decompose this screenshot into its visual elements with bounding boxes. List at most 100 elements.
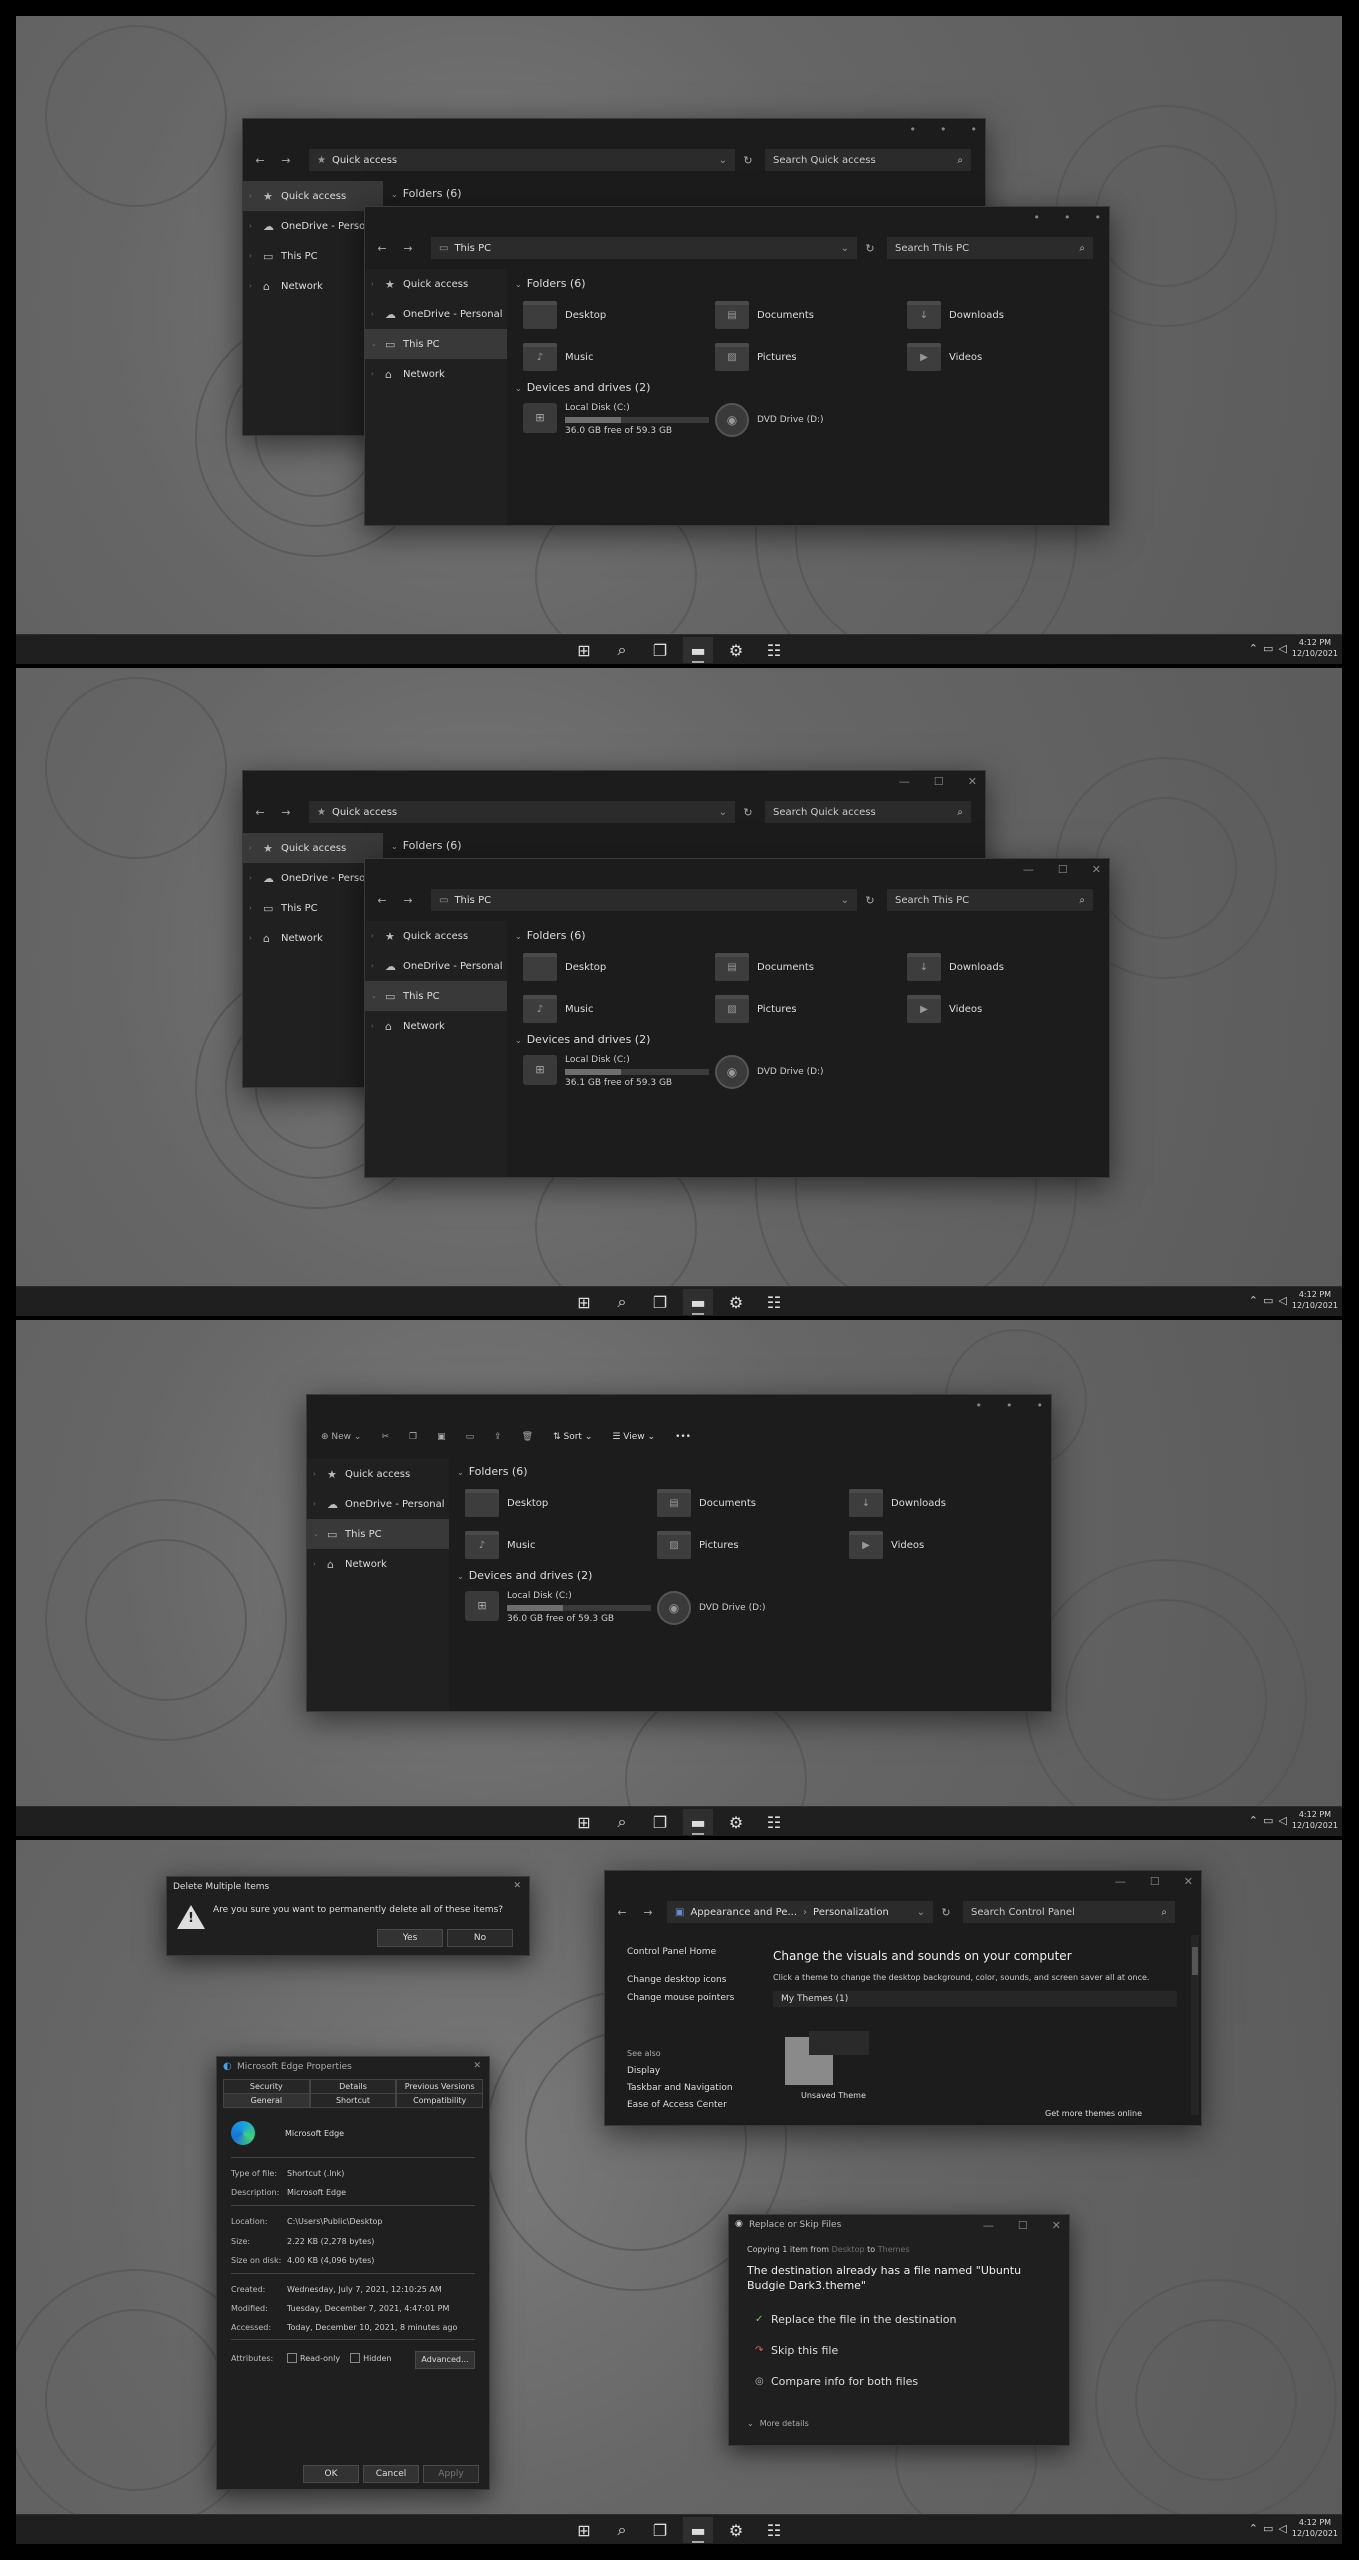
back-arrow-icon[interactable]: ← <box>369 894 395 907</box>
nav-item-this-pc[interactable]: ⌄ ▭ This PC <box>307 1519 449 1549</box>
source-folder-link[interactable]: Desktop <box>832 2245 865 2254</box>
explorer-window-front[interactable]: • • • ← → ▭ This PC ⌄ ↻ Search This PC ⌕ ›… <box>364 206 1110 526</box>
edge-properties-dialog[interactable]: ◐ Microsoft Edge Properties ✕ Security D… <box>216 2056 490 2490</box>
control-panel-sliders-icon[interactable]: ☷ <box>759 1809 789 1835</box>
folder-desktop[interactable]: Desktop <box>465 1489 548 1517</box>
folders-group-header[interactable]: ⌄ Folders (6) <box>391 839 462 852</box>
close-icon[interactable]: • <box>971 123 978 136</box>
get-more-themes-link[interactable]: Get more themes online <box>1045 2109 1142 2118</box>
address-bar[interactable]: ★ Quick access ⌄ <box>309 801 735 823</box>
search-box[interactable]: Search This PC ⌕ <box>887 237 1093 259</box>
address-crumb-2[interactable]: Personalization <box>813 1907 889 1918</box>
folder-pictures[interactable]: ▨ Pictures <box>715 995 797 1023</box>
nav-item-this-pc[interactable]: › ▭ This PC <box>243 241 383 271</box>
tab-previous-versions[interactable]: Previous Versions <box>396 2079 484 2094</box>
more-details-toggle[interactable]: ⌄ More details <box>747 2419 809 2428</box>
task-view-icon[interactable]: ❐ <box>645 1289 675 1315</box>
start-windows-icon[interactable]: ⊞ <box>569 1809 599 1835</box>
chevron-down-icon[interactable]: ⌄ <box>841 243 849 254</box>
devices-group-header[interactable]: ⌄ Devices and drives (2) <box>515 1033 650 1046</box>
network-icon[interactable]: ▭ <box>1263 2522 1273 2535</box>
control-panel-home-link[interactable]: Control Panel Home <box>627 1947 716 1957</box>
title-bar[interactable]: — ☐ ✕ <box>605 1871 1201 1893</box>
title-bar[interactable]: • • • <box>307 1395 1051 1417</box>
maximize-icon[interactable]: ☐ <box>1058 863 1068 876</box>
refresh-icon[interactable]: ↻ <box>857 894 883 907</box>
folder-music[interactable]: ♪ Music <box>523 995 593 1023</box>
folder-videos[interactable]: ▶ Videos <box>907 995 982 1023</box>
close-icon[interactable]: ✕ <box>1184 1875 1193 1888</box>
file-explorer-icon[interactable]: ▬ <box>683 637 713 663</box>
clock[interactable]: 4:12 PM 12/10/2021 <box>1292 1809 1338 1831</box>
address-bar[interactable]: ▭ This PC ⌄ <box>431 889 857 911</box>
shortcut-name-field[interactable]: Microsoft Edge <box>285 2129 344 2138</box>
volume-icon[interactable]: ◁ <box>1278 2522 1286 2535</box>
address-crumb-1[interactable]: Appearance and Pe... <box>690 1907 797 1918</box>
chevron-down-icon[interactable]: ⌄ <box>917 1907 925 1918</box>
folder-downloads[interactable]: ↓ Downloads <box>849 1489 946 1517</box>
chevron-down-icon[interactable]: ⌄ <box>719 155 727 166</box>
close-icon[interactable]: ✕ <box>473 2061 481 2071</box>
volume-icon[interactable]: ◁ <box>1278 642 1286 655</box>
network-icon[interactable]: ▭ <box>1263 1814 1273 1827</box>
new-button[interactable]: ⊕ New ⌄ <box>321 1432 361 1442</box>
replace-option[interactable]: ✓ Replace the file in the destination <box>755 2313 957 2326</box>
settings-gear-icon[interactable]: ⚙ <box>721 1809 751 1835</box>
minimize-icon[interactable]: — <box>1023 863 1034 876</box>
search-box[interactable]: Search This PC ⌕ <box>887 889 1093 911</box>
search-box[interactable]: Search Quick access ⌕ <box>765 149 971 171</box>
close-icon[interactable]: • <box>1095 211 1102 224</box>
refresh-icon[interactable]: ↻ <box>735 154 761 167</box>
maximize-icon[interactable]: • <box>940 123 947 136</box>
nav-item-this-pc[interactable]: ⌄ ▭ This PC <box>365 329 507 359</box>
apply-button[interactable]: Apply <box>423 2465 479 2483</box>
folder-music[interactable]: ♪ Music <box>523 343 593 371</box>
search-icon[interactable]: ⌕ <box>607 2517 637 2543</box>
advanced-button[interactable]: Advanced... <box>415 2351 475 2369</box>
nav-item-onedrive[interactable]: › ☁ OneDrive - Personal <box>243 211 383 241</box>
destination-folder-link[interactable]: Themes <box>878 2245 910 2254</box>
nav-item-this-pc[interactable]: › ▭ This PC <box>243 893 383 923</box>
chevron-up-icon[interactable]: ⌃ <box>1249 642 1258 655</box>
start-windows-icon[interactable]: ⊞ <box>569 637 599 663</box>
settings-gear-icon[interactable]: ⚙ <box>721 1289 751 1315</box>
skip-option[interactable]: ↷ Skip this file <box>755 2344 838 2357</box>
minimize-icon[interactable]: • <box>1034 211 1041 224</box>
folder-documents[interactable]: ▤ Documents <box>715 953 814 981</box>
minimize-icon[interactable]: — <box>983 2219 994 2232</box>
explorer-window-front[interactable]: — ☐ ✕ ← → ▭ This PC ⌄ ↻ Search This PC ⌕ ›… <box>364 858 1110 1178</box>
forward-arrow-icon[interactable]: → <box>395 894 421 907</box>
settings-gear-icon[interactable]: ⚙ <box>721 2517 751 2543</box>
drive-dvd[interactable]: ◉ DVD Drive (D:) <box>715 1055 824 1089</box>
folders-group-header[interactable]: ⌄ Folders (6) <box>515 929 586 942</box>
forward-arrow-icon[interactable]: → <box>273 154 299 167</box>
nav-item-network[interactable]: › ⌂ Network <box>243 271 383 301</box>
clock[interactable]: 4:12 PM 12/10/2021 <box>1292 1289 1338 1311</box>
search-icon[interactable]: ⌕ <box>607 1809 637 1835</box>
folder-desktop[interactable]: Desktop <box>523 953 606 981</box>
back-arrow-icon[interactable]: ← <box>369 242 395 255</box>
nav-item-onedrive[interactable]: › ☁ OneDrive - Personal <box>243 863 383 893</box>
drive-dvd[interactable]: ◉ DVD Drive (D:) <box>715 403 824 437</box>
search-icon[interactable]: ⌕ <box>607 637 637 663</box>
task-view-icon[interactable]: ❐ <box>645 1809 675 1835</box>
clock[interactable]: 4:12 PM 12/10/2021 <box>1292 637 1338 659</box>
change-desktop-icons-link[interactable]: Change desktop icons <box>627 1975 726 1985</box>
ok-button[interactable]: OK <box>303 2465 359 2483</box>
yes-button[interactable]: Yes <box>377 1929 443 1947</box>
nav-item-onedrive[interactable]: › ☁ OneDrive - Personal <box>365 951 507 981</box>
task-view-icon[interactable]: ❐ <box>645 2517 675 2543</box>
address-bar[interactable]: ★ Quick access ⌄ <box>309 149 735 171</box>
settings-gear-icon[interactable]: ⚙ <box>721 637 751 663</box>
nav-item-network[interactable]: › ⌂ Network <box>365 1011 507 1041</box>
folder-documents[interactable]: ▤ Documents <box>657 1489 756 1517</box>
control-panel-personalization-window[interactable]: — ☐ ✕ ← → ▣ Appearance and Pe... › Persona… <box>604 1870 1202 2126</box>
title-bar[interactable]: • • • <box>365 207 1109 229</box>
title-bar[interactable]: • • • <box>243 119 985 141</box>
search-icon[interactable]: ⌕ <box>607 1289 637 1315</box>
nav-item-network[interactable]: › ⌂ Network <box>365 359 507 389</box>
no-button[interactable]: No <box>447 1929 513 1947</box>
control-panel-sliders-icon[interactable]: ☷ <box>759 637 789 663</box>
replace-or-skip-dialog[interactable]: ◉ Replace or Skip Files — ☐ ✕ Copying 1 it… <box>728 2214 1070 2446</box>
network-icon[interactable]: ▭ <box>1263 642 1273 655</box>
